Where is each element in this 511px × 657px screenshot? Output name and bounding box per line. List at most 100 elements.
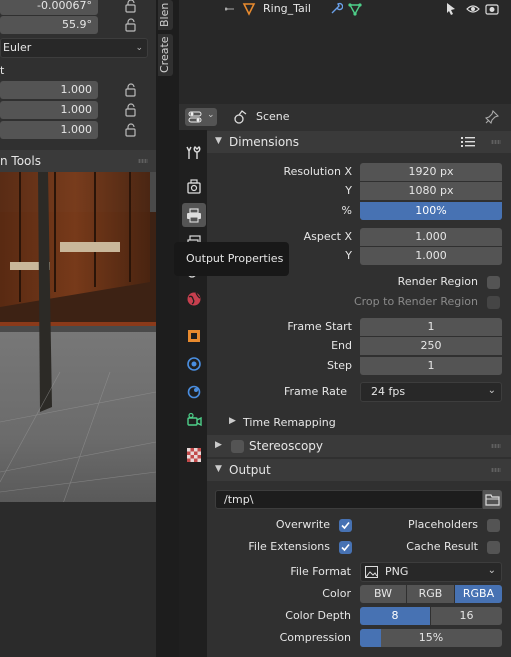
- compression-slider[interactable]: 15%: [360, 629, 502, 647]
- scale-z-field[interactable]: 1.000: [0, 121, 98, 139]
- unlock-icon[interactable]: [124, 123, 138, 137]
- tools-header[interactable]: n Tools: [0, 150, 156, 172]
- checkmark-icon: [341, 543, 350, 552]
- image-icon: [365, 566, 378, 578]
- tab-tool[interactable]: [182, 141, 206, 165]
- rotation-mode-dropdown[interactable]: Euler ⌄: [0, 38, 148, 58]
- tab-output[interactable]: [182, 203, 206, 227]
- properties-editor-icon: [188, 111, 202, 123]
- data-camera-icon: [187, 412, 202, 427]
- color-label: Color: [322, 587, 351, 600]
- frame-start-field[interactable]: 1: [360, 318, 502, 336]
- resolution-x-field[interactable]: 1920 px: [360, 163, 502, 181]
- tab-world[interactable]: [182, 287, 206, 311]
- expanded-triangle-icon: ▼: [215, 136, 222, 146]
- wrench-modifier-icon[interactable]: [329, 2, 343, 16]
- presets-list-icon[interactable]: [461, 136, 477, 148]
- checkmark-icon: [341, 521, 350, 530]
- color-rgba-button[interactable]: RGBA: [455, 585, 502, 603]
- unlock-icon[interactable]: [124, 0, 138, 13]
- unlock-icon[interactable]: [124, 83, 138, 97]
- color-bw-button[interactable]: BW: [360, 585, 406, 603]
- frame-rate-dropdown[interactable]: 24 fps ⌄: [360, 382, 502, 402]
- stereoscopy-title: Stereoscopy: [249, 439, 324, 453]
- time-remapping-subpanel[interactable]: ▶ Time Remapping: [207, 413, 511, 433]
- bone-icon: [242, 3, 256, 16]
- color-depth-label: Color Depth: [285, 609, 351, 622]
- editor-type-button[interactable]: ⌄: [185, 108, 217, 126]
- output-path-value: /tmp\: [224, 493, 254, 506]
- unlock-icon[interactable]: [124, 18, 138, 32]
- tab-blender[interactable]: Blen: [158, 0, 173, 30]
- rotation-y-field[interactable]: -0.00067°: [0, 0, 98, 15]
- color-rgb-button[interactable]: RGB: [407, 585, 454, 603]
- cache-result-checkbox[interactable]: [487, 541, 500, 554]
- frame-end-field[interactable]: 250: [360, 337, 502, 355]
- rotation-z-field[interactable]: 55.9°: [0, 16, 98, 34]
- unlock-icon[interactable]: [124, 103, 138, 117]
- folder-icon: [485, 494, 500, 506]
- select-arrow-icon[interactable]: [445, 2, 457, 16]
- tab-texture[interactable]: [182, 443, 206, 467]
- dimensions-panel-header[interactable]: ▼ Dimensions: [207, 131, 511, 153]
- tab-object-data[interactable]: [182, 408, 206, 432]
- scale-y-field[interactable]: 1.000: [0, 101, 98, 119]
- compression-label: Compression: [279, 631, 351, 644]
- pin-icon[interactable]: [485, 110, 499, 124]
- collapsed-triangle-icon: ▶: [215, 440, 222, 450]
- frame-step-label: Step: [326, 359, 352, 372]
- stereoscopy-panel-header[interactable]: ▶ Stereoscopy: [207, 435, 511, 457]
- resolution-y-field[interactable]: 1080 px: [360, 182, 502, 200]
- printer-output-icon: [187, 208, 201, 223]
- resolution-percent-slider[interactable]: 100%: [360, 202, 502, 220]
- scale-label: t: [0, 64, 5, 77]
- chevron-down-icon: ⌄: [487, 385, 496, 396]
- file-extensions-checkbox[interactable]: [339, 541, 352, 554]
- color-depth-8-button[interactable]: 8: [360, 607, 430, 625]
- camera-render-icon[interactable]: [485, 2, 499, 16]
- resolution-x-label: Resolution X: [283, 165, 352, 178]
- tab-create-label: Create: [158, 36, 171, 74]
- tab-render[interactable]: [182, 175, 206, 199]
- frame-step-field[interactable]: 1: [360, 357, 502, 375]
- frame-start-label: Frame Start: [287, 320, 352, 333]
- drag-grip-icon[interactable]: [491, 468, 501, 472]
- vertex-groups-icon[interactable]: [348, 2, 362, 16]
- aspect-y-field[interactable]: 1.000: [360, 247, 502, 265]
- tab-modifiers[interactable]: [182, 352, 206, 376]
- render-camera-icon: [187, 179, 201, 194]
- output-panel-header[interactable]: ▼ Output: [207, 459, 511, 481]
- drag-grip-icon[interactable]: [138, 159, 148, 163]
- color-mode-selector: BW RGB RGBA: [360, 585, 502, 603]
- resolution-percent-label: %: [341, 204, 352, 217]
- tab-create[interactable]: Create: [158, 34, 173, 76]
- tab-physics[interactable]: [182, 380, 206, 404]
- color-depth-16-button[interactable]: 16: [431, 607, 502, 625]
- drag-grip-icon[interactable]: [491, 444, 501, 448]
- texture-checker-icon: [187, 448, 201, 462]
- file-format-dropdown[interactable]: PNG ⌄: [360, 562, 502, 582]
- outliner-row[interactable]: Ring_Tail: [179, 0, 511, 18]
- overwrite-checkbox[interactable]: [339, 519, 352, 532]
- render-region-checkbox[interactable]: [487, 276, 500, 289]
- placeholders-label: Placeholders: [407, 518, 478, 531]
- browse-folder-button[interactable]: [483, 490, 502, 509]
- scene-icon: [234, 110, 247, 124]
- 3d-viewport[interactable]: [0, 172, 156, 657]
- tab-object[interactable]: [182, 324, 206, 348]
- aspect-x-field[interactable]: 1.000: [360, 228, 502, 246]
- output-path-input[interactable]: /tmp\: [215, 490, 483, 509]
- drag-grip-icon[interactable]: [491, 140, 501, 144]
- tree-connector-icon: [225, 7, 234, 11]
- chevron-down-icon: ⌄: [207, 110, 215, 120]
- scale-x-field[interactable]: 1.000: [0, 81, 98, 99]
- crop-to-render-region-checkbox[interactable]: [487, 296, 500, 309]
- color-depth-selector: 8 16: [360, 607, 502, 625]
- eye-icon[interactable]: [466, 3, 480, 15]
- stereoscopy-checkbox[interactable]: [231, 440, 244, 453]
- placeholders-checkbox[interactable]: [487, 519, 500, 532]
- resolution-y-label: Y: [345, 184, 352, 197]
- outliner: Ring_Tail: [179, 0, 511, 104]
- compression-value: 15%: [418, 631, 444, 644]
- file-format-label: File Format: [290, 565, 351, 578]
